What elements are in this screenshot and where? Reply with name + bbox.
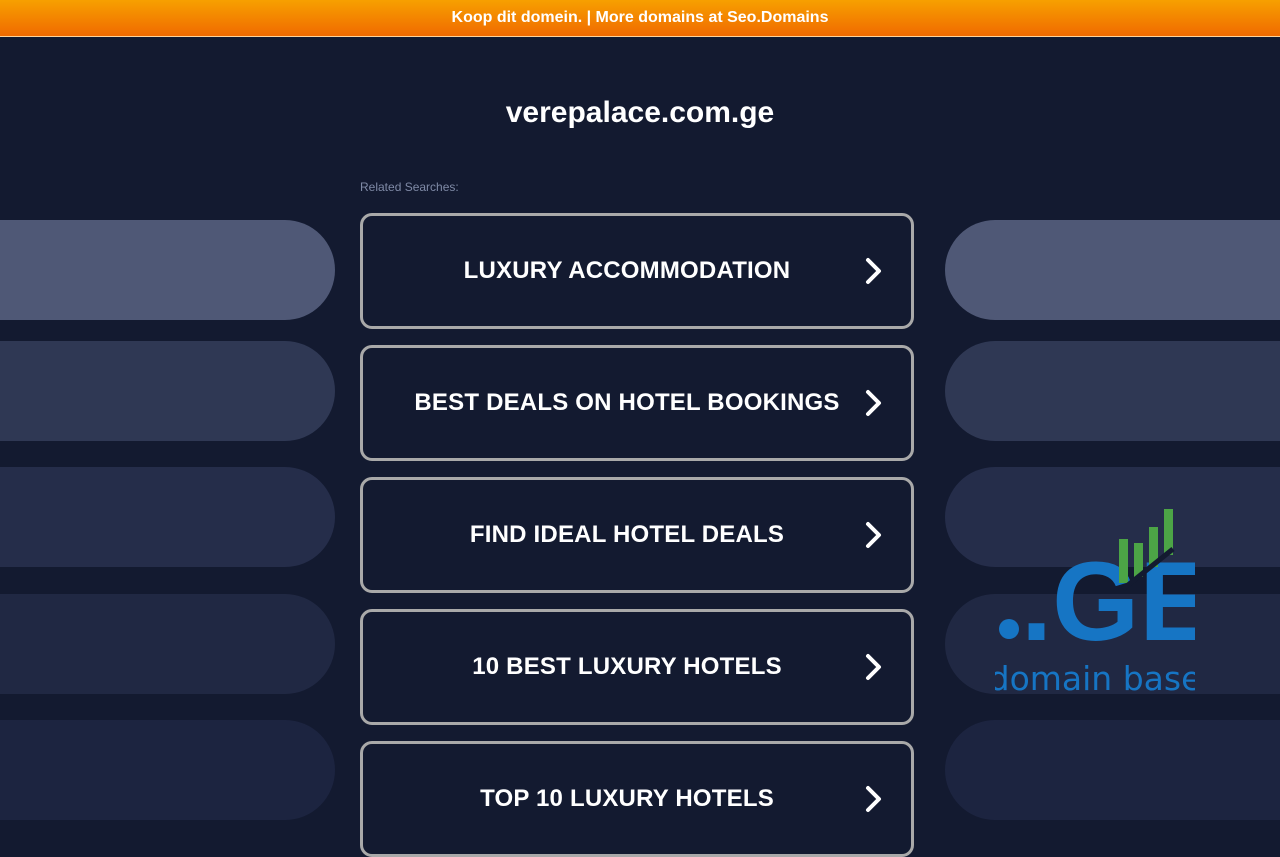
related-search-label: FIND IDEAL HOTEL DEALS <box>469 521 785 548</box>
decorative-pill <box>0 720 335 820</box>
buy-domain-link[interactable]: Koop dit domein. | More domains at Seo.D… <box>452 9 829 27</box>
logo-mark: .GE <box>1021 539 1195 664</box>
ge-domain-base-logo: .GE domain base <box>995 509 1195 698</box>
chevron-right-icon <box>866 522 881 548</box>
decorative-pill <box>0 594 335 694</box>
decorative-pill <box>945 720 1280 820</box>
related-search-button[interactable]: BEST DEALS ON HOTEL BOOKINGS <box>360 345 914 461</box>
decorative-pill <box>945 220 1280 320</box>
decorative-pill <box>0 467 335 567</box>
related-search-button[interactable]: 10 BEST LUXURY HOTELS <box>360 609 914 725</box>
related-search-button[interactable]: TOP 10 LUXURY HOTELS <box>360 741 914 857</box>
related-search-button[interactable]: LUXURY ACCOMMODATION <box>360 213 914 329</box>
related-search-label: BEST DEALS ON HOTEL BOOKINGS <box>414 389 840 416</box>
top-banner: Koop dit domein. | More domains at Seo.D… <box>0 0 1280 37</box>
related-search-label: LUXURY ACCOMMODATION <box>463 257 791 284</box>
decorative-pill <box>0 341 335 441</box>
chevron-right-icon <box>866 654 881 680</box>
decorative-pill <box>0 220 335 320</box>
related-search-label: 10 BEST LUXURY HOTELS <box>472 653 782 680</box>
related-searches-label: Related Searches: <box>360 180 459 194</box>
decorative-pill <box>945 341 1280 441</box>
domain-title: verepalace.com.ge <box>505 96 775 129</box>
chevron-right-icon <box>866 258 881 284</box>
logo-tagline: domain base <box>995 659 1195 698</box>
chevron-right-icon <box>866 390 881 416</box>
related-search-label: TOP 10 LUXURY HOTELS <box>480 785 774 812</box>
related-search-button[interactable]: FIND IDEAL HOTEL DEALS <box>360 477 914 593</box>
chevron-right-icon <box>866 786 881 812</box>
